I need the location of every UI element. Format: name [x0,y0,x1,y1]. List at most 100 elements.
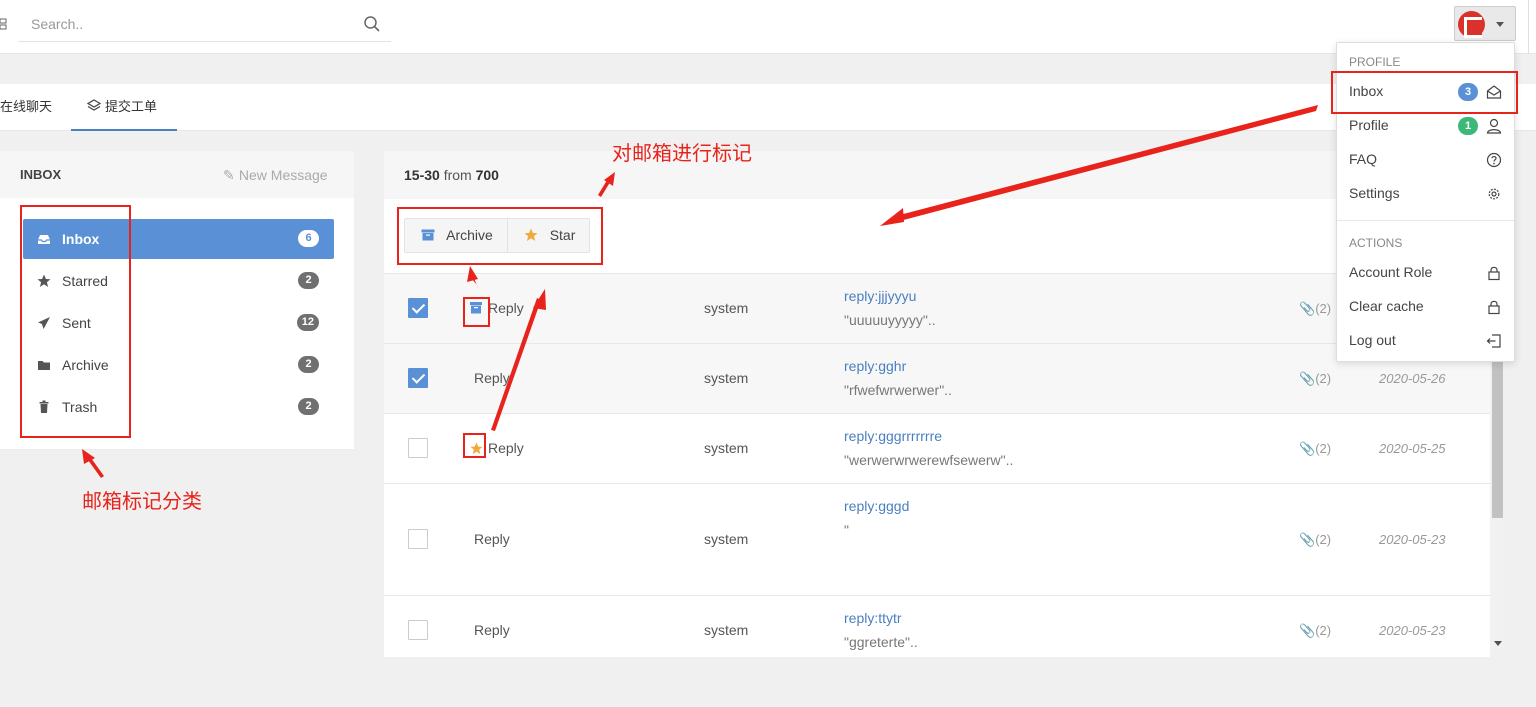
count-badge: 2 [298,272,319,289]
search-input[interactable] [18,7,338,41]
table-row[interactable]: Reply system reply:gghr "rfwefwrwerwer".… [384,344,1490,414]
scroll-down-arrow-icon[interactable] [1494,641,1502,646]
attachment-count: 📎(2) [1299,441,1332,456]
message-subject[interactable]: reply:gggrrrrrrre [844,428,942,444]
user-menu-button[interactable] [1454,6,1516,41]
menu-item-label: Profile [1349,117,1389,133]
gear-icon [1488,188,1500,200]
row-checkbox[interactable] [408,298,428,318]
count-badge: 12 [296,314,319,331]
lock-icon [1488,300,1500,315]
menu-item-log-out[interactable]: Log out [1337,324,1514,358]
menu-item-label: Settings [1349,185,1400,201]
row-checkbox[interactable] [408,368,428,388]
pencil-icon: ✎ [223,167,235,183]
avatar [1458,11,1485,38]
menu-divider [1337,220,1514,221]
menu-item-profile[interactable]: Profile 1 [1337,109,1514,143]
menu-item-label: Log out [1349,332,1396,348]
message-type: Reply [474,622,510,638]
count-badge: 1 [1458,117,1478,135]
lock-icon [1488,266,1500,281]
annotation-box-dropdown-inbox [1331,71,1518,114]
new-message-button[interactable]: ✎ New Message [223,167,328,184]
total-count: 700 [475,167,499,183]
table-row[interactable]: Reply system reply:gggrrrrrrre "werwerwr… [384,414,1490,484]
panel-title: INBOX [20,167,62,182]
tab-live-chat[interactable]: 在线聊天 [0,84,52,131]
menu-item-faq[interactable]: FAQ [1337,143,1514,177]
search-icon[interactable] [363,15,381,33]
grid-icon[interactable] [0,16,8,32]
user-icon [1486,118,1502,134]
message-sender: system [704,300,749,316]
tab-bar: 在线聊天 提交工单 [0,84,1536,131]
tab-label: 提交工单 [105,99,158,114]
message-type: Reply [474,531,510,547]
message-date: 2020-05-23 [1379,623,1446,638]
layers-icon [87,99,101,111]
top-bar [0,0,1536,54]
message-snippet: " [844,522,849,538]
tab-submit-ticket[interactable]: 提交工单 [71,84,177,131]
message-table: Reply system reply:jjjyyyu "uuuuuyyyyy".… [384,273,1490,657]
message-date: 2020-05-23 [1379,532,1446,547]
attachment-count-value: (2) [1315,301,1332,316]
profile-section-header: PROFILE [1349,55,1401,69]
message-subject[interactable]: reply:gggd [844,498,909,514]
annotation-box-star-flag [463,433,486,458]
message-subject[interactable]: reply:gghr [844,358,906,374]
annotation-box-archive-flag [463,297,490,327]
message-type: Reply [474,370,510,386]
message-date: 2020-05-25 [1379,441,1446,456]
question-icon [1486,152,1502,168]
row-checkbox[interactable] [408,529,428,549]
annotation-arrow [88,458,104,478]
count-badge: 6 [298,230,319,247]
message-snippet: "rfwefwrwerwer".. [844,382,952,398]
from-label: from [443,167,472,183]
actions-section-header: ACTIONS [1349,236,1403,250]
attachment-count-value: (2) [1315,532,1332,547]
count-badge: 2 [298,356,319,373]
menu-item-label: Account Role [1349,264,1433,280]
chevron-down-icon [1496,22,1504,27]
annotation-arrow-head [82,449,95,464]
attachment-count-value: (2) [1315,371,1332,386]
message-sender: system [704,370,749,386]
attachment-count: 📎(2) [1299,371,1332,386]
row-checkbox[interactable] [408,620,428,640]
annotation-box-actions [397,207,603,265]
attachment-count: 📎(2) [1299,301,1332,316]
count-badge: 2 [298,398,319,415]
message-subject[interactable]: reply:jjjyyyu [844,288,916,304]
range-value: 15-30 [404,167,440,183]
table-row[interactable]: Reply system reply:jjjyyyu "uuuuuyyyyy".… [384,274,1490,344]
menu-item-settings[interactable]: Settings [1337,177,1514,211]
annotation-box-mailbox-list [20,205,131,438]
menu-item-label: FAQ [1349,151,1378,167]
table-row[interactable]: Reply system reply:gggd " 📎(2) 2020-05-2… [384,484,1490,596]
message-sender: system [704,622,749,638]
logout-icon [1486,334,1501,348]
search-box [18,7,391,42]
annotation-text-mark-mailbox: 对邮箱进行标记 [612,143,752,165]
menu-item-account-role[interactable]: Account Role [1337,256,1514,290]
menu-item-clear-cache[interactable]: Clear cache [1337,290,1514,324]
message-subject[interactable]: reply:ttytr [844,610,902,626]
message-sender: system [704,531,749,547]
attachment-count: 📎(2) [1299,623,1332,638]
message-date: 2020-05-26 [1379,371,1446,386]
table-row[interactable]: Reply system reply:ttytr "ggreterte".. 📎… [384,596,1490,657]
row-checkbox[interactable] [408,438,428,458]
message-snippet: "uuuuuyyyyy".. [844,312,936,328]
new-message-label: New Message [238,167,328,183]
vertical-scrollbar[interactable] [1490,345,1505,650]
attachment-count-value: (2) [1315,623,1332,638]
message-list-header: 15-30 from 700 [384,151,1490,199]
scrollbar-thumb[interactable] [1492,350,1503,518]
pagination-range: 15-30 from 700 [404,167,499,183]
mailbox-panel-header: INBOX ✎ New Message [0,151,354,198]
menu-item-label: Clear cache [1349,298,1424,314]
message-snippet: "ggreterte".. [844,634,918,650]
